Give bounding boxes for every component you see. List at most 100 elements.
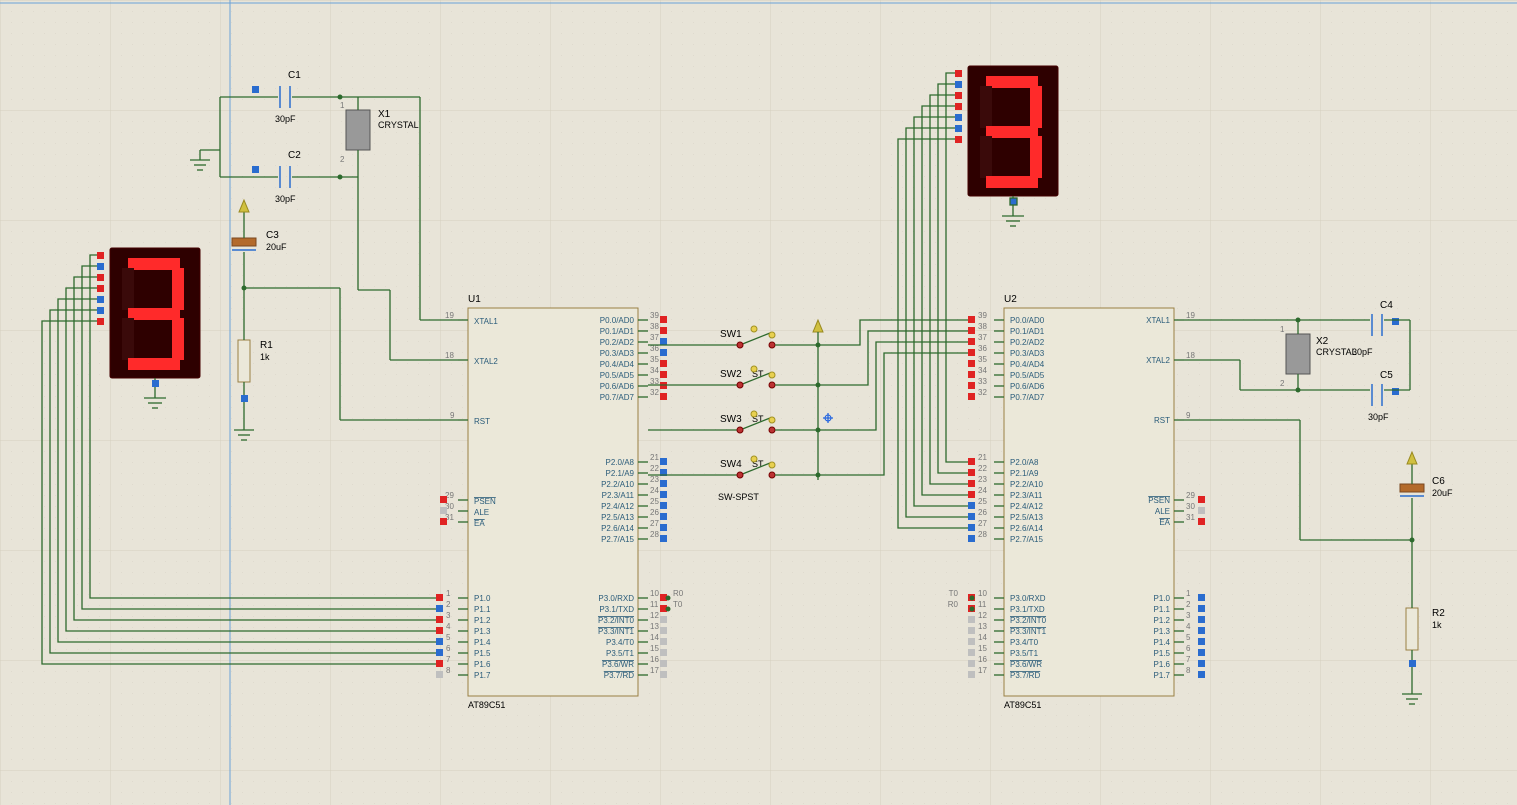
svg-text:33: 33 [978, 377, 987, 386]
svg-text:P0.5/AD5: P0.5/AD5 [1010, 371, 1045, 380]
svg-text:P2.2/A10: P2.2/A10 [601, 480, 634, 489]
grid-bg [0, 0, 1517, 805]
svg-text:PSEN: PSEN [474, 497, 496, 506]
svg-text:5: 5 [446, 633, 451, 642]
svg-text:11: 11 [978, 600, 987, 609]
svg-text:P0.6/AD6: P0.6/AD6 [1010, 382, 1045, 391]
svg-text:R2: R2 [1432, 608, 1445, 619]
svg-text:23: 23 [978, 475, 987, 484]
svg-text:7: 7 [446, 655, 451, 664]
svg-text:P1.1: P1.1 [1154, 605, 1171, 614]
svg-text:2: 2 [446, 600, 451, 609]
svg-text:P3.2/INT0: P3.2/INT0 [1010, 616, 1047, 625]
svg-text:P0.2/AD2: P0.2/AD2 [600, 338, 635, 347]
svg-text:34: 34 [650, 366, 659, 375]
svg-text:10: 10 [978, 589, 987, 598]
svg-text:P1.7: P1.7 [474, 671, 491, 680]
svg-text:P0.3/AD3: P0.3/AD3 [1010, 349, 1045, 358]
svg-text:P1.0: P1.0 [474, 594, 491, 603]
svg-text:19: 19 [445, 311, 454, 320]
svg-text:P2.2/A10: P2.2/A10 [1010, 480, 1043, 489]
svg-text:P1.2: P1.2 [1154, 616, 1171, 625]
svg-text:SW4: SW4 [720, 459, 742, 470]
svg-text:U1: U1 [468, 294, 481, 305]
svg-text:T0: T0 [673, 600, 683, 609]
svg-text:1: 1 [446, 589, 451, 598]
svg-text:16: 16 [650, 655, 659, 664]
svg-text:R0: R0 [948, 600, 959, 609]
svg-text:4: 4 [446, 622, 451, 631]
svg-text:P1.7: P1.7 [1154, 671, 1171, 680]
svg-text:P0.1/AD1: P0.1/AD1 [1010, 327, 1045, 336]
svg-text:P2.6/A14: P2.6/A14 [1010, 524, 1043, 533]
svg-text:P3.1/TXD: P3.1/TXD [599, 605, 634, 614]
svg-text:30pF: 30pF [1368, 412, 1389, 422]
svg-text:1: 1 [1186, 589, 1191, 598]
svg-text:34: 34 [978, 366, 987, 375]
schematic-canvas[interactable]: C1 30pF C2 30pF 1 2 X1 CRYSTAL [0, 0, 1517, 805]
svg-text:XTAL2: XTAL2 [1146, 356, 1170, 365]
svg-text:14: 14 [650, 633, 659, 642]
svg-text:2: 2 [1186, 600, 1191, 609]
svg-text:SW-SPST: SW-SPST [718, 492, 759, 502]
svg-text:P1.6: P1.6 [474, 660, 491, 669]
svg-text:P0.1/AD1: P0.1/AD1 [600, 327, 635, 336]
svg-text:13: 13 [978, 622, 987, 631]
svg-text:17: 17 [650, 666, 659, 675]
svg-text:P3.1/TXD: P3.1/TXD [1010, 605, 1045, 614]
svg-text:RST: RST [1154, 416, 1170, 425]
svg-text:P1.2: P1.2 [474, 616, 491, 625]
svg-text:ALE: ALE [474, 508, 489, 517]
svg-text:RST: RST [474, 417, 490, 426]
svg-text:C5: C5 [1380, 370, 1393, 381]
svg-text:XTAL1: XTAL1 [474, 317, 498, 326]
svg-text:P2.0/A8: P2.0/A8 [606, 458, 635, 467]
svg-text:P2.5/A13: P2.5/A13 [601, 513, 634, 522]
svg-text:P2.1/A9: P2.1/A9 [606, 469, 635, 478]
probe [152, 380, 159, 387]
svg-text:23: 23 [650, 475, 659, 484]
svg-text:37: 37 [650, 333, 659, 342]
svg-text:12: 12 [650, 611, 659, 620]
svg-text:P2.7/A15: P2.7/A15 [1010, 535, 1043, 544]
svg-text:R0: R0 [673, 589, 684, 598]
svg-text:P1.0: P1.0 [1154, 594, 1171, 603]
svg-text:35: 35 [650, 355, 659, 364]
svg-text:EA: EA [1159, 518, 1170, 527]
svg-text:1: 1 [340, 101, 345, 110]
svg-text:SW3: SW3 [720, 414, 742, 425]
svg-text:U2: U2 [1004, 294, 1017, 305]
svg-text:P3.7/RD: P3.7/RD [1010, 671, 1040, 680]
svg-text:P3.5/T1: P3.5/T1 [1010, 649, 1039, 658]
svg-text:XTAL2: XTAL2 [474, 357, 498, 366]
svg-text:P3.0/RXD: P3.0/RXD [1010, 594, 1046, 603]
svg-text:3: 3 [446, 611, 451, 620]
svg-text:8: 8 [1186, 666, 1191, 675]
svg-text:22: 22 [650, 464, 659, 473]
svg-text:9: 9 [450, 411, 455, 420]
svg-text:P3.6/WR: P3.6/WR [602, 660, 634, 669]
svg-text:SW1: SW1 [720, 329, 742, 340]
svg-text:P0.2/AD2: P0.2/AD2 [1010, 338, 1045, 347]
svg-text:P0.7/AD7: P0.7/AD7 [1010, 393, 1045, 402]
svg-text:P1.3: P1.3 [1154, 627, 1171, 636]
svg-text:30pF: 30pF [275, 194, 296, 204]
svg-text:P1.5: P1.5 [474, 649, 491, 658]
svg-text:26: 26 [650, 508, 659, 517]
svg-text:P3.4/T0: P3.4/T0 [606, 638, 635, 647]
svg-text:18: 18 [445, 351, 454, 360]
svg-text:P3.3/INT1: P3.3/INT1 [1010, 627, 1047, 636]
svg-text:CRYSTAL: CRYSTAL [1316, 347, 1357, 357]
svg-text:X2: X2 [1316, 336, 1329, 347]
svg-text:P3.5/T1: P3.5/T1 [606, 649, 635, 658]
svg-text:11: 11 [650, 600, 659, 609]
svg-text:XTAL1: XTAL1 [1146, 316, 1170, 325]
svg-text:P3.2/INT0: P3.2/INT0 [598, 616, 635, 625]
svg-text:P0.4/AD4: P0.4/AD4 [600, 360, 635, 369]
svg-text:4: 4 [1186, 622, 1191, 631]
svg-text:2: 2 [1280, 379, 1285, 388]
svg-text:15: 15 [978, 644, 987, 653]
svg-text:24: 24 [978, 486, 987, 495]
svg-text:38: 38 [978, 322, 987, 331]
svg-text:P2.4/A12: P2.4/A12 [601, 502, 634, 511]
